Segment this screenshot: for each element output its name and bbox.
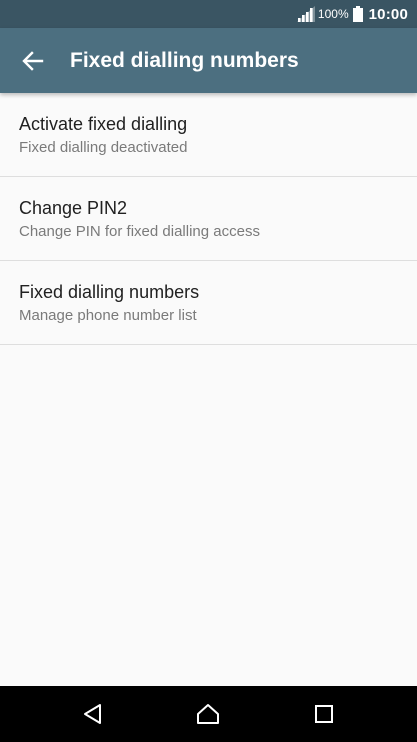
setting-title: Change PIN2 — [19, 198, 128, 218]
status-bar: 100% 10:00 — [0, 0, 417, 28]
nav-recents-icon — [315, 705, 333, 723]
nav-back-icon — [84, 704, 101, 724]
screen: 100% 10:00 Fixed dialling numbers Activa… — [0, 0, 417, 742]
status-indicators: 100% 10:00 — [296, 0, 408, 28]
nav-home-icon — [197, 704, 219, 724]
navigation-bar — [0, 686, 417, 742]
page-title: Fixed dialling numbers — [70, 49, 299, 72]
back-button[interactable] — [12, 40, 54, 82]
setting-subtitle: Fixed dialling deactivated — [19, 139, 188, 156]
setting-activate-fixed-dialling[interactable]: Activate fixed dialling Fixed dialling d… — [0, 93, 417, 177]
nav-recents-button[interactable] — [304, 694, 344, 734]
battery-icon — [352, 6, 363, 22]
settings-list: Activate fixed dialling Fixed dialling d… — [0, 93, 417, 345]
nav-home-button[interactable] — [188, 694, 228, 734]
setting-title: Activate fixed dialling — [19, 114, 188, 134]
clock: 10:00 — [368, 5, 408, 23]
nav-back-button[interactable] — [73, 694, 113, 734]
setting-subtitle: Manage phone number list — [19, 307, 197, 324]
signal-icon — [296, 6, 315, 22]
setting-fixed-dialling-numbers[interactable]: Fixed dialling numbers Manage phone numb… — [0, 261, 417, 345]
setting-change-pin2[interactable]: Change PIN2 Change PIN for fixed diallin… — [0, 177, 417, 261]
setting-title: Fixed dialling numbers — [19, 282, 200, 302]
app-bar: Fixed dialling numbers — [0, 28, 417, 93]
setting-subtitle: Change PIN for fixed dialling access — [19, 223, 260, 240]
battery-percentage: 100% — [317, 7, 349, 21]
arrow-back-icon — [22, 51, 44, 71]
